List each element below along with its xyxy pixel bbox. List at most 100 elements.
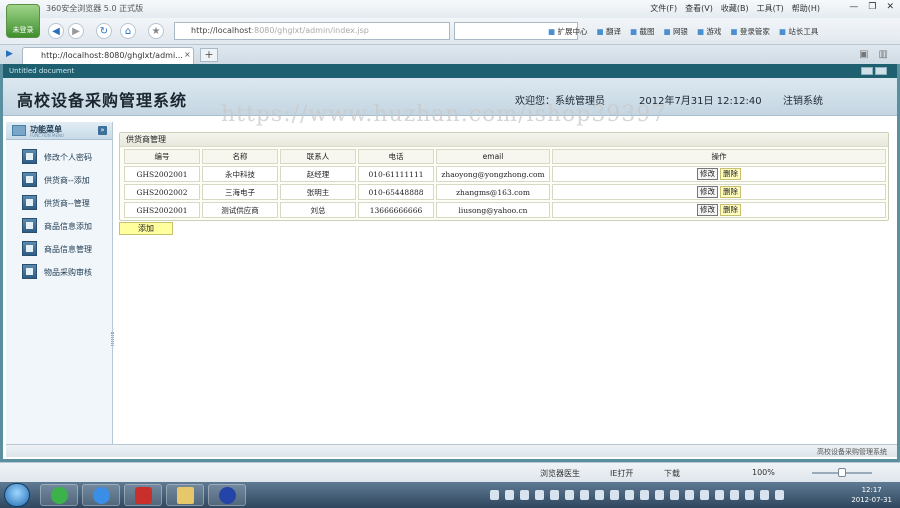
- windows-taskbar: 12:17 2012-07-31: [0, 482, 900, 508]
- strip-button[interactable]: [875, 67, 887, 75]
- toolbar-games[interactable]: 游戏: [697, 26, 721, 37]
- tray-icon[interactable]: [655, 490, 664, 500]
- function-menu-subtitle: FUNCTION MENU: [30, 133, 64, 138]
- taskbar-app-ie[interactable]: [82, 484, 120, 506]
- zoom-level[interactable]: 100%: [752, 468, 775, 477]
- page-footer: 高校设备采购管理系统: [6, 444, 897, 457]
- taskbar-app-5[interactable]: [208, 484, 246, 506]
- close-window-icon[interactable]: ✕: [886, 2, 894, 12]
- table-row: GHS2002002 三海电子 张明主 010-65448888 zhangms…: [124, 184, 886, 200]
- open-in-ie-button[interactable]: IE打开: [610, 468, 633, 479]
- minimize-icon[interactable]: —: [849, 2, 858, 12]
- column-header-name: 名称: [202, 149, 278, 164]
- forward-arrow-icon[interactable]: ▶: [68, 23, 84, 39]
- sidebar-toggle-icon[interactable]: ▶: [6, 49, 13, 59]
- tray-icon[interactable]: [520, 490, 529, 500]
- menu-item-add-supplier[interactable]: 供货商--添加: [6, 169, 112, 192]
- tray-icon[interactable]: [760, 490, 769, 500]
- tray-icon[interactable]: [670, 490, 679, 500]
- address-host: http://localhost: [191, 26, 252, 35]
- system-title: 高校设备采购管理系统: [17, 91, 188, 110]
- toolbar-login-manager[interactable]: 登录管家: [730, 26, 770, 37]
- strip-button[interactable]: [861, 67, 873, 75]
- browser-logo[interactable]: 未登录: [6, 4, 40, 38]
- internet-explorer-icon: [93, 487, 110, 504]
- tray-icon[interactable]: [535, 490, 544, 500]
- edit-button[interactable]: 修改: [697, 186, 718, 198]
- cell-contact: 张明主: [280, 184, 356, 200]
- menu-item-add-product[interactable]: 商品信息添加: [6, 215, 112, 238]
- menu-item-label: 供货商--管理: [44, 199, 90, 208]
- cell-email: liusong@yahoo.cn: [436, 202, 550, 218]
- menu-help[interactable]: 帮助(H): [792, 3, 820, 14]
- tray-icon[interactable]: [685, 490, 694, 500]
- tray-icon[interactable]: [775, 490, 784, 500]
- menu-item-change-password[interactable]: 修改个人密码: [6, 146, 112, 169]
- menu-item-manage-product[interactable]: 商品信息管理: [6, 238, 112, 261]
- tray-icon[interactable]: [625, 490, 634, 500]
- delete-button[interactable]: 删除: [720, 168, 741, 180]
- cell-phone: 010-61111111: [358, 166, 434, 182]
- zoom-slider-handle[interactable]: [838, 468, 846, 477]
- supplier-management-panel: 供货商管理 编号 名称 联系人 电话 email 操作 GHS2002001 永…: [119, 132, 889, 221]
- address-bar[interactable]: http://localhost:8080/ghglxt/admin/index…: [174, 22, 450, 40]
- logout-link[interactable]: 注销系统: [783, 92, 823, 107]
- function-menu: 功能菜单 FUNCTION MENU » 修改个人密码 供货商--添加 供货商-…: [6, 122, 114, 444]
- taskbar-app-explorer[interactable]: [166, 484, 204, 506]
- taskbar-app-360-browser[interactable]: [40, 484, 78, 506]
- toolbar-screenshot[interactable]: 截图: [630, 26, 654, 37]
- browser-tab-active[interactable]: http://localhost:8080/ghglxt/admi...: [22, 47, 194, 65]
- start-button[interactable]: [4, 483, 30, 507]
- toolbar-extensions[interactable]: 扩展中心: [548, 26, 587, 37]
- tab-close-icon[interactable]: ×: [184, 50, 191, 59]
- edit-button[interactable]: 修改: [697, 204, 718, 216]
- tile-windows-icon[interactable]: ▣: [859, 49, 868, 60]
- taskbar-app-3[interactable]: [124, 484, 162, 506]
- browser-tab-bar: ▶ http://localhost:8080/ghglxt/admi... ×…: [0, 44, 900, 65]
- tray-icon[interactable]: [580, 490, 589, 500]
- menu-item-manage-supplier[interactable]: 供货商--管理: [6, 192, 112, 215]
- tray-icon[interactable]: [610, 490, 619, 500]
- delete-button[interactable]: 删除: [720, 204, 741, 216]
- toolbar-banking[interactable]: 网银: [663, 26, 688, 37]
- collapse-menu-icon[interactable]: »: [98, 126, 107, 135]
- tray-icon[interactable]: [565, 490, 574, 500]
- refresh-icon[interactable]: ↻: [96, 23, 112, 39]
- folder-icon: [177, 487, 194, 504]
- tray-icon[interactable]: [595, 490, 604, 500]
- menu-tools[interactable]: 工具(T): [757, 3, 784, 14]
- toolbar-webmaster[interactable]: 站长工具: [779, 26, 818, 37]
- delete-button[interactable]: 删除: [720, 186, 741, 198]
- page-strip: Untitled document: [3, 64, 897, 78]
- clock-date: 2012-07-31: [851, 496, 892, 504]
- menu-favorites[interactable]: 收藏(B): [721, 3, 749, 14]
- edit-button[interactable]: 修改: [697, 168, 718, 180]
- tray-icon[interactable]: [745, 490, 754, 500]
- tray-icon[interactable]: [715, 490, 724, 500]
- new-tab-button[interactable]: +: [200, 48, 218, 62]
- trash-icon[interactable]: ▥: [879, 49, 888, 60]
- cell-contact: 刘总: [280, 202, 356, 218]
- browser-doctor-button[interactable]: 浏览器医生: [540, 468, 580, 479]
- toolbar-translate[interactable]: 翻译: [596, 26, 621, 37]
- home-icon[interactable]: ⌂: [120, 23, 136, 39]
- tray-icon[interactable]: [700, 490, 709, 500]
- taskbar-clock[interactable]: 12:17 2012-07-31: [851, 485, 892, 505]
- menu-view[interactable]: 查看(V): [685, 3, 713, 14]
- sidebar-resize-handle[interactable]: [111, 332, 114, 346]
- tray-icon[interactable]: [490, 490, 499, 500]
- favorite-star-icon[interactable]: ★: [148, 23, 164, 39]
- restore-icon[interactable]: ❐: [868, 2, 876, 12]
- menu-file[interactable]: 文件(F): [650, 3, 677, 14]
- tray-icon[interactable]: [640, 490, 649, 500]
- menu-item-purchase-review[interactable]: 物品采购审核: [6, 261, 112, 284]
- add-supplier-button[interactable]: 添加: [119, 222, 173, 235]
- back-arrow-icon[interactable]: ◀: [48, 23, 64, 39]
- tray-icon[interactable]: [505, 490, 514, 500]
- strip-buttons: [861, 67, 887, 75]
- tray-icon[interactable]: [550, 490, 559, 500]
- function-menu-list: 修改个人密码 供货商--添加 供货商--管理 商品信息添加 商品信息管理 物品采…: [6, 140, 112, 284]
- tray-icon[interactable]: [730, 490, 739, 500]
- downloads-button[interactable]: 下载: [664, 468, 680, 479]
- browser-app-title: 360安全浏览器 5.0 正式版: [46, 4, 144, 13]
